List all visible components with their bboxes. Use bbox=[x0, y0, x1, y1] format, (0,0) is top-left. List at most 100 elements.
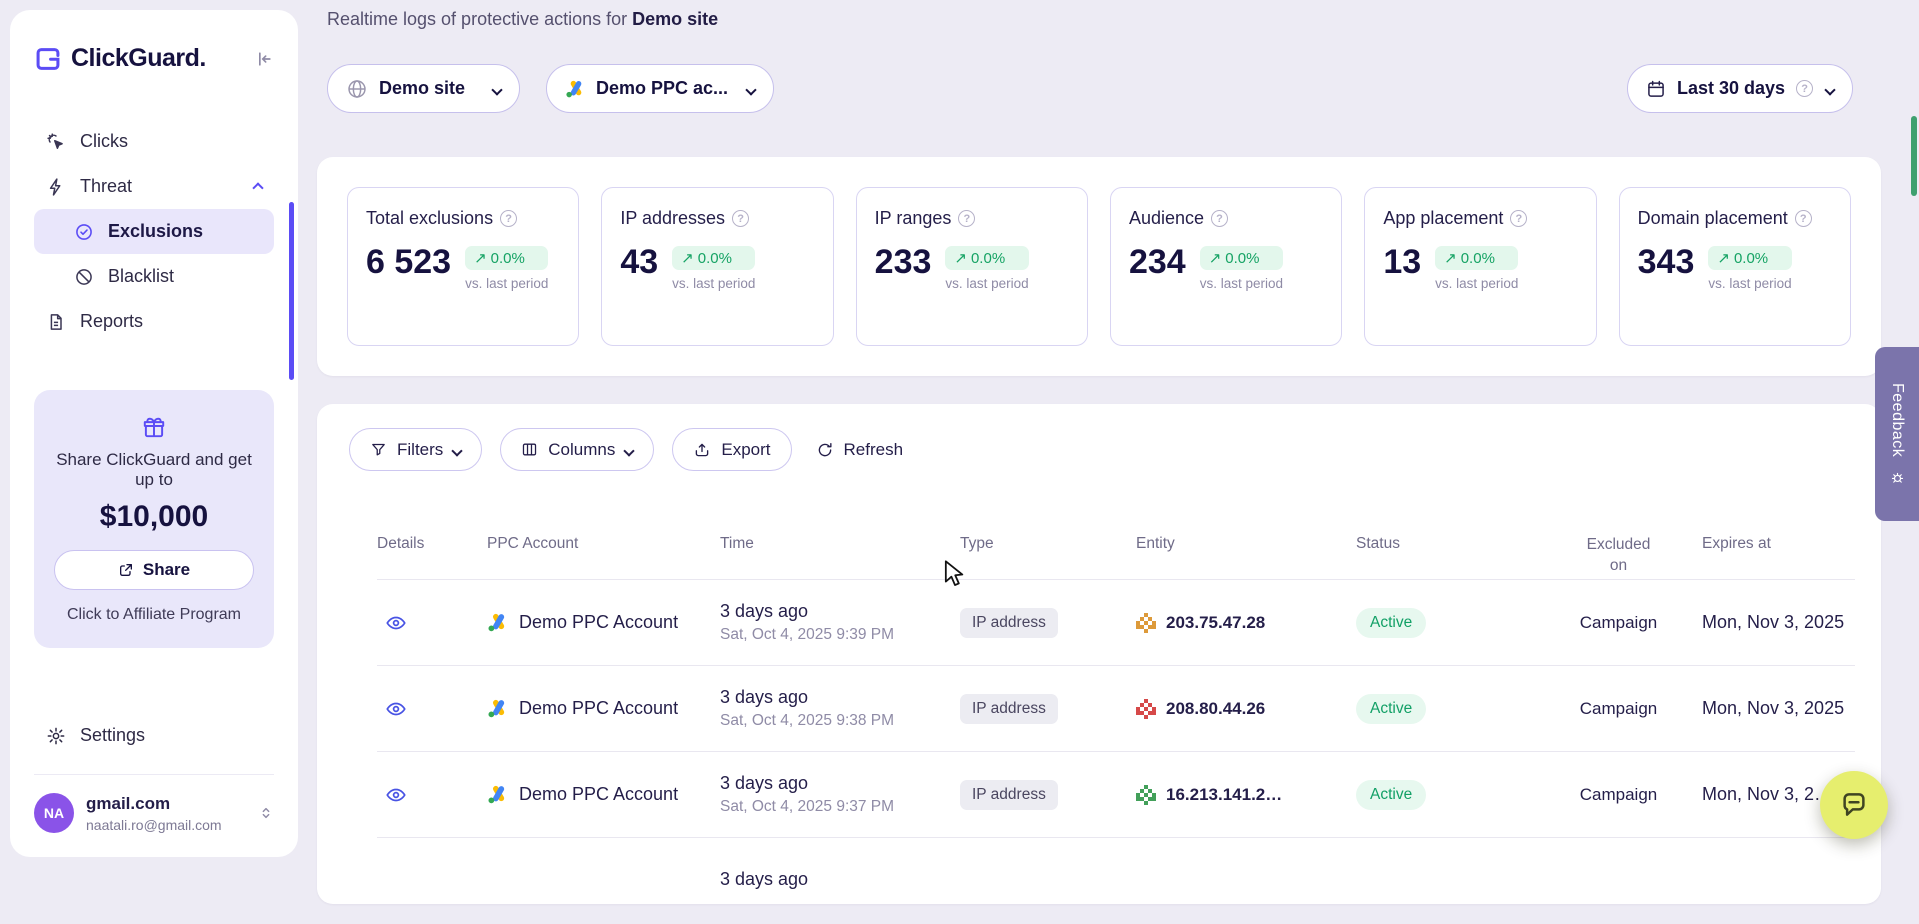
trend-up-icon: ↗ bbox=[954, 249, 967, 267]
eye-icon[interactable] bbox=[385, 612, 487, 634]
delta-badge: ↗ 0.0% bbox=[1200, 246, 1283, 270]
external-link-icon bbox=[118, 562, 134, 578]
column-header-type: Type bbox=[960, 535, 1136, 553]
promo-text: Share ClickGuard and get up to bbox=[54, 450, 254, 490]
document-icon bbox=[46, 312, 66, 332]
click-cursor-icon bbox=[46, 132, 66, 152]
page-scrollbar-thumb[interactable] bbox=[1911, 116, 1917, 196]
ppc-account-cell: Demo PPC Account bbox=[487, 698, 720, 719]
stat-label: Total exclusions bbox=[366, 208, 493, 229]
entity-cell: 208.80.44.26 bbox=[1136, 699, 1356, 719]
eye-icon[interactable] bbox=[385, 698, 487, 720]
affiliate-program-link[interactable]: Click to Affiliate Program bbox=[54, 606, 254, 624]
column-header-status: Status bbox=[1356, 535, 1541, 553]
sidebar-item-settings[interactable]: Settings bbox=[34, 713, 274, 758]
columns-button[interactable]: Columns bbox=[500, 428, 654, 471]
sidebar-item-reports[interactable]: Reports bbox=[34, 299, 274, 344]
expires-at-cell: Mon, Nov 3, 2025 bbox=[1696, 698, 1855, 719]
google-ads-icon bbox=[565, 79, 585, 99]
eye-icon[interactable] bbox=[385, 784, 487, 806]
trend-up-icon: ↗ bbox=[681, 249, 694, 267]
stat-label: Domain placement bbox=[1638, 208, 1788, 229]
ppc-account-selector-dropdown[interactable]: Demo PPC ac... bbox=[546, 64, 774, 113]
brand-header: ClickGuard. bbox=[34, 44, 274, 73]
stat-tile-total-exclusions: Total exclusions ? 6 523 ↗ 0.0% vs. last… bbox=[347, 187, 579, 346]
chevron-down-icon bbox=[625, 440, 633, 460]
excluded-on-cell: Campaign bbox=[1541, 699, 1696, 719]
stat-caption: vs. last period bbox=[1708, 276, 1791, 291]
chevron-up-down-icon bbox=[258, 804, 274, 822]
chevron-down-icon bbox=[453, 440, 461, 460]
share-button[interactable]: Share bbox=[54, 550, 254, 590]
column-header-ppc-account: PPC Account bbox=[487, 535, 720, 553]
clickguard-logo-icon bbox=[34, 45, 62, 73]
delta-badge: ↗ 0.0% bbox=[1708, 246, 1791, 270]
calendar-icon bbox=[1646, 79, 1666, 99]
trend-up-icon: ↗ bbox=[1209, 249, 1222, 267]
refresh-icon bbox=[816, 441, 834, 459]
time-relative: 3 days ago bbox=[720, 687, 960, 708]
column-header-expires-at: Expires at bbox=[1696, 535, 1855, 553]
stat-value: 13 bbox=[1383, 245, 1421, 279]
help-icon[interactable]: ? bbox=[732, 210, 749, 227]
time-cell: 3 days ago Sat, Oct 4, 2025 9:37 PM bbox=[720, 773, 960, 816]
user-account[interactable]: NA gmail.com naatali.ro@gmail.com bbox=[34, 774, 274, 833]
user-email: naatali.ro@gmail.com bbox=[86, 817, 222, 833]
type-cell: IP address bbox=[960, 608, 1136, 638]
type-badge: IP address bbox=[960, 780, 1058, 810]
type-badge: IP address bbox=[960, 608, 1058, 638]
badge-check-icon bbox=[74, 222, 94, 242]
account-name: Demo PPC Account bbox=[519, 784, 678, 805]
stat-tile-domain-placement: Domain placement ? 343 ↗ 0.0% vs. last p… bbox=[1619, 187, 1851, 346]
sidebar-item-label: Blacklist bbox=[108, 266, 174, 287]
entity-value: 16.213.141.2… bbox=[1166, 785, 1282, 805]
help-icon[interactable]: ? bbox=[1795, 210, 1812, 227]
help-icon[interactable]: ? bbox=[1211, 210, 1228, 227]
export-button[interactable]: Export bbox=[672, 428, 791, 471]
entity-cell: 203.75.47.28 bbox=[1136, 613, 1356, 633]
status-badge: Active bbox=[1356, 608, 1426, 638]
sidebar: ClickGuard. Clicks Threat bbox=[10, 10, 298, 857]
sidebar-item-clicks[interactable]: Clicks bbox=[34, 119, 274, 164]
help-icon[interactable]: ? bbox=[500, 210, 517, 227]
delta-value: 0.0% bbox=[1734, 250, 1768, 267]
delta-badge: ↗ 0.0% bbox=[1435, 246, 1518, 270]
brand-name: ClickGuard. bbox=[71, 44, 206, 73]
filters-button-label: Filters bbox=[397, 440, 443, 460]
export-button-label: Export bbox=[721, 440, 770, 460]
sidebar-item-exclusions[interactable]: Exclusions bbox=[34, 209, 274, 254]
sidebar-item-threat[interactable]: Threat bbox=[34, 164, 274, 209]
stat-caption: vs. last period bbox=[465, 276, 548, 291]
help-icon[interactable]: ? bbox=[958, 210, 975, 227]
help-icon[interactable]: ? bbox=[1510, 210, 1527, 227]
sidebar-item-label: Exclusions bbox=[108, 221, 203, 242]
filters-button[interactable]: Filters bbox=[349, 428, 482, 471]
stat-tile-ip-addresses: IP addresses ? 43 ↗ 0.0% vs. last period bbox=[601, 187, 833, 346]
sidebar-item-label: Settings bbox=[80, 725, 145, 746]
site-selector-dropdown[interactable]: Demo site bbox=[327, 64, 520, 113]
delta-value: 0.0% bbox=[698, 250, 732, 267]
gear-icon bbox=[46, 726, 66, 746]
funnel-icon bbox=[370, 441, 387, 458]
status-cell: Active bbox=[1356, 780, 1541, 810]
time-relative: 3 days ago bbox=[720, 601, 960, 622]
entity-cell: 16.213.141.2… bbox=[1136, 785, 1356, 805]
delta-value: 0.0% bbox=[971, 250, 1005, 267]
time-cell: 3 days ago Sat, Oct 4, 2025 9:38 PM bbox=[720, 687, 960, 730]
details-cell bbox=[377, 698, 487, 720]
page-subtitle: Realtime logs of protective actions for … bbox=[327, 9, 718, 30]
chevron-down-icon bbox=[747, 78, 755, 99]
stat-caption: vs. last period bbox=[1435, 276, 1518, 291]
chat-launcher-button[interactable] bbox=[1820, 771, 1888, 839]
sidebar-scrollbar-thumb[interactable] bbox=[289, 202, 294, 380]
time-relative: 3 days ago bbox=[720, 773, 960, 794]
chevron-down-icon bbox=[493, 78, 501, 99]
feedback-tab[interactable]: Feedback bbox=[1875, 347, 1919, 521]
help-icon[interactable]: ? bbox=[1796, 80, 1813, 97]
refresh-button[interactable]: Refresh bbox=[806, 428, 914, 471]
sidebar-nav: Clicks Threat Exclusions bbox=[34, 119, 274, 344]
date-range-dropdown[interactable]: Last 30 days ? bbox=[1627, 64, 1853, 113]
type-badge: IP address bbox=[960, 694, 1058, 724]
sidebar-item-blacklist[interactable]: Blacklist bbox=[34, 254, 274, 299]
collapse-sidebar-icon[interactable] bbox=[254, 49, 274, 69]
